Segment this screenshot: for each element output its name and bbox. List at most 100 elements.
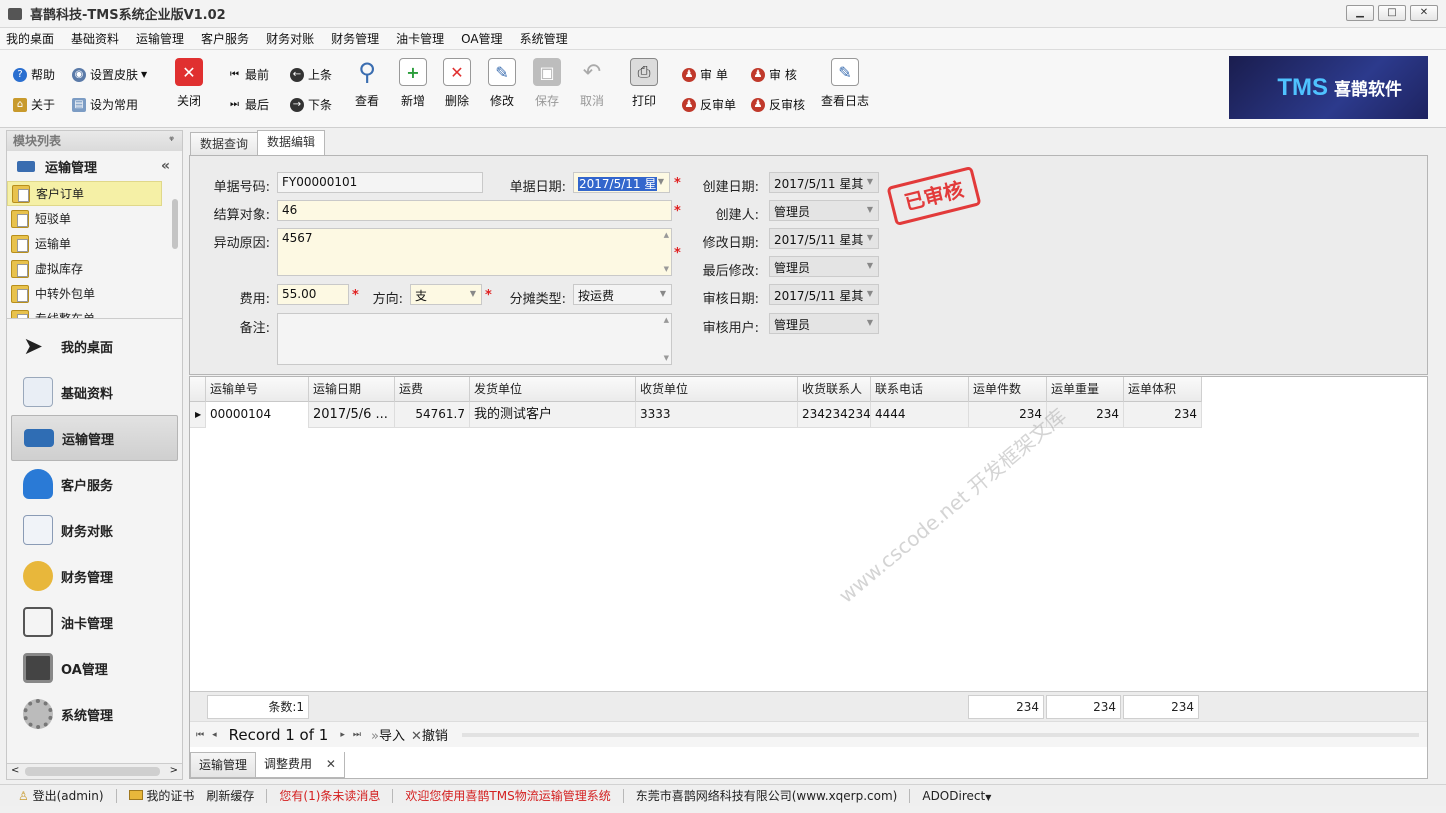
review-button[interactable]: ♟ 审 核 bbox=[751, 66, 797, 83]
col-transport-no[interactable]: 运输单号 bbox=[206, 377, 309, 402]
cell-pieces[interactable]: 234 bbox=[969, 402, 1047, 428]
doc-no-field[interactable]: FY00000101 bbox=[277, 172, 483, 193]
cancel-button[interactable]: ↶ 取消 bbox=[572, 58, 612, 109]
audit-user-field[interactable]: 管理员 ▼ bbox=[769, 313, 879, 334]
audit-date-field[interactable]: 2017/5/11 星其 ▼ bbox=[769, 284, 879, 305]
sidebar-item-customer-order[interactable]: 客户订单 bbox=[7, 181, 162, 206]
unaudit-doc-button[interactable]: ♟ 反审单 bbox=[682, 96, 736, 113]
first-record-button[interactable]: ⏮ 最前 bbox=[230, 66, 269, 83]
menu-basic-data[interactable]: 基础资料 bbox=[71, 30, 119, 47]
skin-button[interactable]: ◉ 设置皮肤 ▼ bbox=[72, 66, 147, 83]
pager-prev-icon[interactable]: ◂ bbox=[212, 730, 217, 740]
collapse-icon[interactable]: « bbox=[161, 158, 170, 174]
chevron-down-icon[interactable]: ▼ bbox=[655, 175, 667, 189]
minimize-button[interactable]: ▁ bbox=[1346, 5, 1374, 21]
set-common-button[interactable]: ▤ 设为常用 bbox=[72, 96, 138, 113]
tab-data-query[interactable]: 数据查询 bbox=[190, 132, 259, 155]
nav-oa[interactable]: OA管理 bbox=[11, 645, 178, 691]
pager-first-icon[interactable]: ⏮ bbox=[196, 730, 204, 740]
close-tab-icon[interactable]: ✕ bbox=[326, 757, 336, 771]
logout-button[interactable]: ♙ 登出(admin) bbox=[18, 787, 104, 804]
scroll-left-icon[interactable]: < bbox=[11, 765, 19, 776]
save-button[interactable]: ▣ 保存 bbox=[527, 58, 567, 109]
close-window-button[interactable]: ✕ bbox=[1410, 5, 1438, 21]
close-button[interactable]: ✕ 关闭 bbox=[169, 58, 209, 109]
col-receiver-contact[interactable]: 收货联系人 bbox=[798, 377, 871, 402]
col-transport-date[interactable]: 运输日期 bbox=[309, 377, 395, 402]
chevron-down-icon[interactable]: ▼ bbox=[657, 287, 669, 301]
direction-select[interactable]: 支 ▼ bbox=[410, 284, 482, 305]
edit-button[interactable]: ✎ 修改 bbox=[482, 58, 522, 109]
col-phone[interactable]: 联系电话 bbox=[871, 377, 969, 402]
sidebar-item-transfer-outsource[interactable]: 中转外包单 bbox=[7, 281, 162, 306]
pager-next-icon[interactable]: ▸ bbox=[340, 730, 345, 740]
menu-finance[interactable]: 财务管理 bbox=[331, 30, 379, 47]
tab-data-edit[interactable]: 数据编辑 bbox=[257, 130, 326, 155]
sidebar-group-transport[interactable]: 运输管理 « bbox=[7, 151, 182, 181]
nav-my-desktop[interactable]: ➤ 我的桌面 bbox=[11, 323, 178, 369]
last-record-button[interactable]: ⏭ 最后 bbox=[230, 96, 269, 113]
modify-date-field[interactable]: 2017/5/11 星其 ▼ bbox=[769, 228, 879, 249]
cell-weight[interactable]: 234 bbox=[1047, 402, 1124, 428]
cell-receiver[interactable]: 3333 bbox=[636, 402, 798, 428]
doc-date-picker[interactable]: 2017/5/11 星 ▼ bbox=[573, 172, 670, 193]
menu-oa[interactable]: OA管理 bbox=[461, 30, 502, 47]
menu-reconciliation[interactable]: 财务对账 bbox=[266, 30, 314, 47]
sidebar-item-dedicated-truck[interactable]: 专线整车单 bbox=[7, 306, 162, 318]
add-button[interactable]: + 新增 bbox=[393, 58, 433, 109]
menu-system[interactable]: 系统管理 bbox=[520, 30, 568, 47]
ado-mode-dropdown[interactable]: ADODirect▼ bbox=[922, 789, 991, 803]
delete-button[interactable]: ✕ 删除 bbox=[437, 58, 477, 109]
import-button[interactable]: »导入 bbox=[371, 725, 405, 744]
pager-last-icon[interactable]: ⏭ bbox=[353, 730, 361, 740]
prev-record-button[interactable]: ← 上条 bbox=[290, 66, 332, 83]
scroll-down-icon[interactable]: ▼ bbox=[664, 354, 669, 362]
grid-hscroll[interactable] bbox=[462, 733, 1419, 737]
nav-customer-service[interactable]: 客户服务 bbox=[11, 461, 178, 507]
nav-transport[interactable]: 运输管理 bbox=[11, 415, 178, 461]
scroll-up-icon[interactable]: ▲ bbox=[664, 231, 669, 239]
sidebar-item-virtual-stock[interactable]: 虚拟库存 bbox=[7, 256, 162, 281]
col-volume[interactable]: 运单体积 bbox=[1124, 377, 1202, 402]
split-type-select[interactable]: 按运费 ▼ bbox=[573, 284, 672, 305]
scroll-up-icon[interactable]: ▲ bbox=[664, 316, 669, 324]
reason-textarea[interactable]: 4567 ▲ ▼ bbox=[277, 228, 672, 276]
cell-receiver-contact[interactable]: 234234234 bbox=[798, 402, 871, 428]
cell-shipper[interactable]: 我的测试客户 bbox=[470, 402, 636, 428]
cell-transport-date[interactable]: 2017/5/6 ... bbox=[309, 402, 395, 428]
refresh-cache-button[interactable]: 刷新缓存 bbox=[206, 787, 254, 804]
cell-transport-no[interactable]: 00000104 bbox=[206, 402, 309, 428]
doc-tab-transport[interactable]: 运输管理 bbox=[190, 752, 257, 778]
nav-fuel-card[interactable]: 油卡管理 bbox=[11, 599, 178, 645]
pin-icon[interactable]: ᵠ bbox=[169, 131, 174, 151]
sidebar-item-short-haul[interactable]: 短驳单 bbox=[7, 206, 162, 231]
cell-volume[interactable]: 234 bbox=[1124, 402, 1202, 428]
nav-basic-data[interactable]: 基础资料 bbox=[11, 369, 178, 415]
col-pieces[interactable]: 运单件数 bbox=[969, 377, 1047, 402]
scrollbar-thumb[interactable] bbox=[25, 767, 160, 776]
doc-tab-adjust-fee[interactable]: 调整费用 ✕ bbox=[255, 752, 345, 778]
about-button[interactable]: ⌂ 关于 bbox=[13, 96, 55, 113]
view-log-button[interactable]: ✎ 查看日志 bbox=[818, 58, 872, 109]
menu-transport[interactable]: 运输管理 bbox=[136, 30, 184, 47]
table-row[interactable]: ▶ 00000104 2017/5/6 ... 54761.7 我的测试客户 3… bbox=[190, 402, 1202, 428]
nav-reconciliation[interactable]: 财务对账 bbox=[11, 507, 178, 553]
menu-my-desktop[interactable]: 我的桌面 bbox=[6, 30, 54, 47]
audit-doc-button[interactable]: ♟ 审 单 bbox=[682, 66, 728, 83]
maximize-button[interactable]: □ bbox=[1378, 5, 1406, 21]
scroll-down-icon[interactable]: ▼ bbox=[664, 265, 669, 273]
print-button[interactable]: ⎙ 打印 bbox=[624, 58, 664, 109]
nav-finance[interactable]: 财务管理 bbox=[11, 553, 178, 599]
menu-customer-service[interactable]: 客户服务 bbox=[201, 30, 249, 47]
col-weight[interactable]: 运单重量 bbox=[1047, 377, 1124, 402]
chevron-down-icon[interactable]: ▼ bbox=[467, 287, 479, 301]
scroll-right-icon[interactable]: > bbox=[170, 765, 178, 776]
undo-button[interactable]: ✕撤销 bbox=[411, 725, 448, 744]
create-date-field[interactable]: 2017/5/11 星其 ▼ bbox=[769, 172, 879, 193]
remark-textarea[interactable]: ▲ ▼ bbox=[277, 313, 672, 365]
col-shipper[interactable]: 发货单位 bbox=[470, 377, 636, 402]
col-receiver[interactable]: 收货单位 bbox=[636, 377, 798, 402]
col-freight[interactable]: 运费 bbox=[395, 377, 470, 402]
creator-field[interactable]: 管理员 ▼ bbox=[769, 200, 879, 221]
cell-phone[interactable]: 4444 bbox=[871, 402, 969, 428]
